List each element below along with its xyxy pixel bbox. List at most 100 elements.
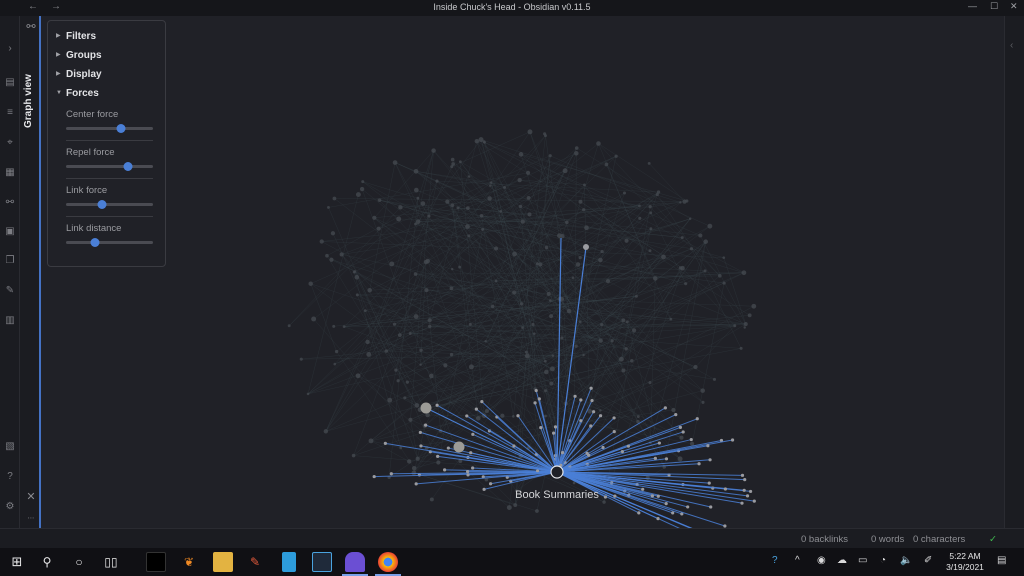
graph-node[interactable] — [339, 252, 344, 257]
graph-node[interactable] — [741, 270, 747, 276]
graph-node[interactable] — [700, 388, 705, 393]
graph-node[interactable] — [431, 148, 436, 153]
battery-icon[interactable]: ▭ — [858, 555, 867, 566]
graph-node[interactable] — [634, 294, 638, 298]
calendar-icon[interactable]: ▣ — [3, 225, 17, 239]
linked-note-node[interactable] — [626, 444, 630, 448]
graph-node[interactable] — [420, 201, 426, 206]
linked-note-node[interactable] — [745, 494, 750, 498]
graph-node[interactable] — [546, 291, 551, 296]
graph-node[interactable] — [450, 203, 455, 208]
graph-node[interactable] — [299, 357, 303, 361]
linked-note-node[interactable] — [436, 454, 440, 458]
graph-node[interactable] — [429, 373, 434, 379]
graph-node[interactable] — [517, 177, 522, 183]
edit-icon[interactable]: ✎ — [3, 284, 17, 298]
graph-node[interactable] — [549, 314, 554, 319]
graph-node[interactable] — [624, 347, 628, 351]
forces-section[interactable]: ▼ Forces — [56, 84, 165, 103]
graph-node[interactable] — [425, 258, 430, 264]
graph-node[interactable] — [311, 316, 317, 322]
linked-note-node[interactable] — [723, 487, 728, 491]
graph-node[interactable] — [538, 262, 543, 267]
graph-node[interactable] — [367, 287, 372, 293]
graph-node[interactable] — [451, 162, 456, 166]
graph-node[interactable] — [574, 344, 578, 348]
graph-node[interactable] — [512, 415, 515, 418]
linked-note-node[interactable] — [598, 414, 603, 418]
graph-node[interactable] — [679, 201, 682, 204]
help-tray-icon[interactable]: ? — [772, 555, 778, 566]
graph-node[interactable] — [376, 226, 381, 231]
linked-note-node[interactable] — [686, 505, 690, 509]
notifications-icon[interactable]: ▤ — [997, 555, 1006, 566]
linked-note-node[interactable] — [601, 445, 605, 450]
graph-node[interactable] — [450, 267, 454, 271]
graph-node[interactable] — [689, 247, 694, 251]
graph-node[interactable] — [396, 379, 400, 383]
graph-node[interactable] — [351, 453, 356, 458]
linked-note-node[interactable] — [471, 432, 475, 436]
linked-note-node[interactable] — [664, 457, 669, 461]
linked-note-node[interactable] — [424, 423, 428, 427]
minimize-icon[interactable]: — — [968, 1, 977, 11]
graph-node[interactable] — [334, 349, 339, 354]
link-force-slider-handle[interactable] — [97, 200, 107, 209]
graph-node[interactable] — [698, 233, 703, 238]
cortana-circle-icon[interactable]: ○ — [70, 553, 88, 571]
graph-node-large[interactable] — [420, 402, 432, 414]
linked-note-node[interactable] — [389, 472, 393, 476]
graph-node[interactable] — [543, 132, 547, 136]
linked-note-node[interactable] — [512, 444, 516, 448]
graph-node[interactable] — [707, 223, 713, 229]
graph-node[interactable] — [598, 338, 603, 343]
linked-note-node[interactable] — [613, 494, 617, 498]
graph-node[interactable] — [503, 185, 507, 189]
graph-node[interactable] — [544, 245, 549, 250]
k-app-icon[interactable] — [312, 552, 332, 572]
file-explorer-app-icon[interactable] — [213, 552, 233, 572]
graph-node[interactable] — [743, 326, 746, 329]
linked-note-node[interactable] — [612, 416, 616, 420]
graph-svg[interactable]: Book Summaries — [42, 16, 1004, 528]
graph-node[interactable] — [456, 206, 460, 210]
graph-node[interactable] — [465, 206, 470, 210]
graph-node[interactable] — [722, 256, 726, 259]
graph-node[interactable] — [329, 257, 334, 262]
graph-node[interactable] — [424, 288, 429, 293]
graph-node[interactable] — [614, 154, 618, 158]
graph-node[interactable] — [494, 246, 499, 251]
graph-node[interactable] — [544, 414, 547, 418]
graph-node-large[interactable] — [453, 441, 465, 453]
graph-node[interactable] — [413, 272, 418, 276]
graph-node[interactable] — [354, 274, 360, 280]
linked-note-node[interactable] — [656, 494, 660, 498]
graph-node[interactable] — [467, 234, 471, 238]
linked-note-node[interactable] — [637, 511, 641, 515]
graph-node[interactable] — [484, 409, 489, 413]
graph-node[interactable] — [419, 348, 423, 352]
graph-node[interactable] — [653, 276, 658, 281]
graph-node[interactable] — [544, 369, 549, 375]
graph-node[interactable] — [506, 505, 512, 510]
graph-node[interactable] — [535, 509, 539, 513]
graph-node[interactable] — [490, 304, 495, 309]
linked-note-node[interactable] — [650, 494, 654, 498]
repel-force-slider-handle[interactable] — [123, 162, 133, 171]
graph-node[interactable] — [518, 204, 523, 209]
graph-node[interactable] — [428, 324, 432, 329]
graph-node[interactable] — [636, 415, 640, 418]
graph-node[interactable] — [458, 265, 462, 269]
graph-node[interactable] — [427, 214, 431, 218]
graph-node[interactable] — [543, 389, 547, 393]
windows-start-icon[interactable]: ⊞ — [8, 553, 26, 571]
linked-note-node[interactable] — [446, 446, 450, 450]
graph-node[interactable] — [396, 216, 402, 222]
graph-node[interactable] — [414, 222, 417, 226]
tray-app-icon[interactable]: ◉ — [817, 555, 826, 566]
graph-node[interactable] — [392, 160, 398, 165]
link-distance-slider[interactable] — [66, 237, 153, 247]
graph-node[interactable] — [306, 392, 310, 396]
graph-node[interactable] — [578, 320, 582, 324]
linked-note-node[interactable] — [533, 401, 537, 405]
